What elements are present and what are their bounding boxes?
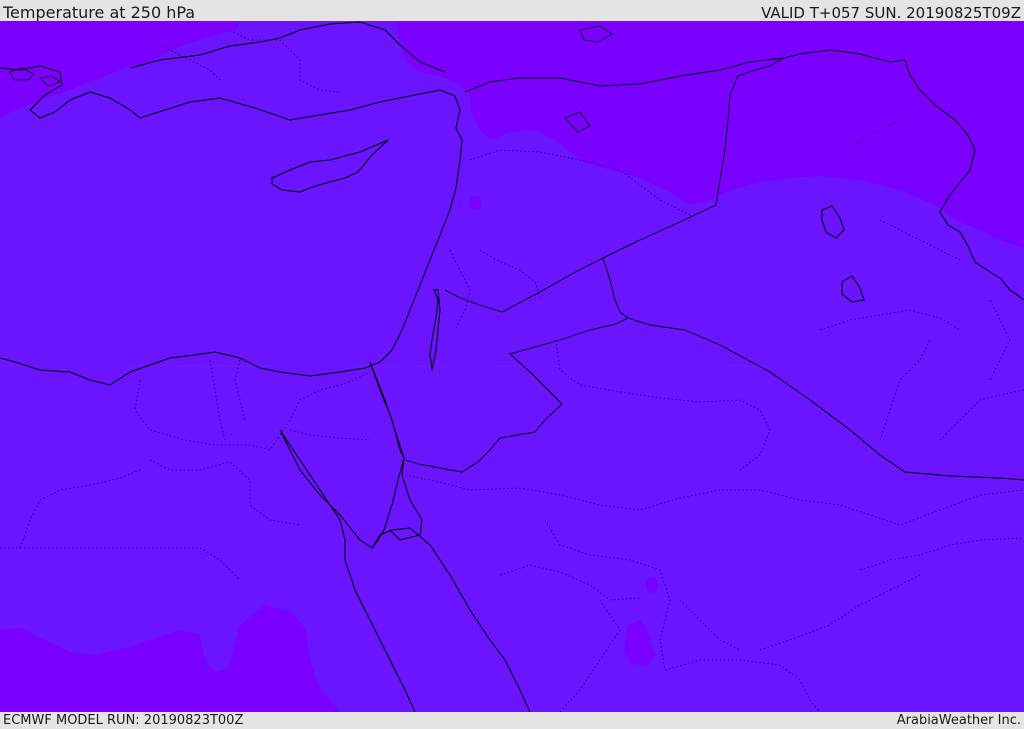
weather-map-frame: Temperature at 250 hPa VALID T+057 SUN. … <box>0 0 1024 729</box>
model-run-label: ECMWF MODEL RUN: 20190823T00Z <box>3 713 244 728</box>
map-canvas[interactable] <box>0 21 1024 712</box>
valid-time-label: VALID T+057 SUN. 20190825T09Z <box>761 4 1021 22</box>
footer-bar: ECMWF MODEL RUN: 20190823T00Z ArabiaWeat… <box>0 712 1024 729</box>
cold-patch-levant <box>469 196 481 210</box>
provider-label: ArabiaWeather Inc. <box>896 713 1021 728</box>
cold-patch-east <box>840 143 896 169</box>
map-title: Temperature at 250 hPa <box>3 3 196 22</box>
header-bar: Temperature at 250 hPa VALID T+057 SUN. … <box>0 0 1024 22</box>
map-svg <box>0 21 1024 712</box>
cold-patch-south-small <box>646 577 658 593</box>
